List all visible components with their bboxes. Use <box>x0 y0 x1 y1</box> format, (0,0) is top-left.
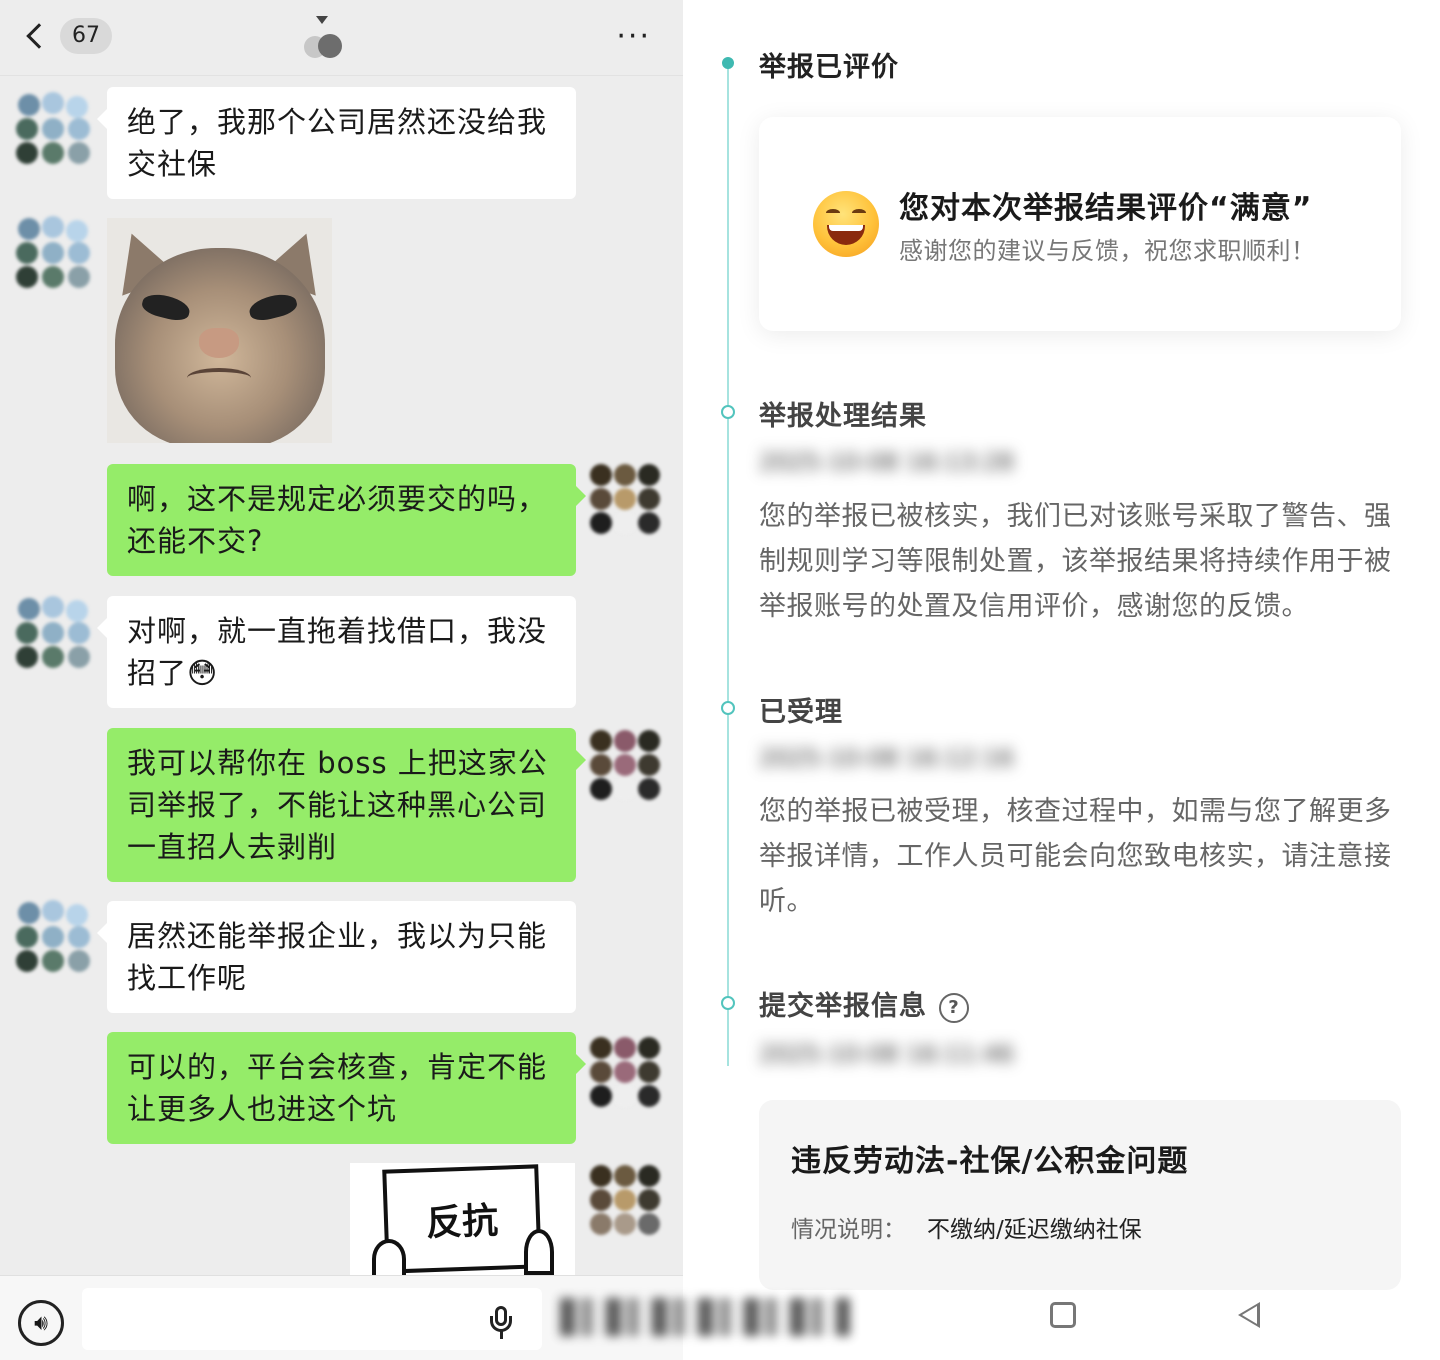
my-avatar[interactable] <box>588 1035 668 1115</box>
message-input[interactable] <box>82 1288 542 1350</box>
step-description: 您的举报已被受理，核查过程中，如需与您了解更多举报详情，工作人员可能会向您致电核… <box>759 796 1392 917</box>
timeline-dot <box>721 701 735 715</box>
situation-label: 情况说明： <box>791 1217 906 1243</box>
unread-count-badge: 67 <box>60 18 112 54</box>
blurred-watermark <box>560 1298 850 1336</box>
my-avatar[interactable] <box>588 728 668 808</box>
timeline-dot <box>721 996 735 1010</box>
step-title-evaluated: 举报已评价 <box>759 52 899 83</box>
system-navigation-bar <box>540 1268 1440 1360</box>
step-title-text: 提交举报信息 <box>759 991 927 1022</box>
message-bubble-incoming[interactable]: 对啊，就一直拖着找借口，我没招了😳 <box>97 596 576 708</box>
angry-cat-sticker[interactable] <box>107 218 332 443</box>
contact-avatar[interactable] <box>16 216 96 296</box>
back-chevron-icon <box>26 23 52 49</box>
message-bubble-outgoing[interactable]: 啊，这不是规定必须要交的吗，还能不交? <box>107 464 586 576</box>
step-title-submitted: 提交举报信息? <box>759 984 969 1023</box>
hand-icon <box>372 1239 406 1275</box>
contact-avatar[interactable] <box>16 596 96 676</box>
my-avatar[interactable] <box>588 462 668 542</box>
timeline-dot-active <box>722 57 734 69</box>
recent-apps-square-icon[interactable] <box>1050 1302 1076 1328</box>
voice-mode-button[interactable]: 🔊︎ <box>18 1300 64 1346</box>
back-button[interactable]: 67 <box>18 18 112 54</box>
message-bubble-outgoing[interactable]: 我可以帮你在 boss 上把这家公司举报了，不能让这种黑心公司一直招人去剥削 <box>107 728 586 882</box>
contact-avatar[interactable] <box>16 900 96 980</box>
voice-wave-icon: 🔊︎ <box>34 1310 48 1336</box>
chat-panel: 67 ··· 绝了，我那个公司居然还没给我交社保 啊，这不是规定必须要交的吗，还… <box>0 0 683 1360</box>
blush-emoji-icon: 😳 <box>187 656 219 690</box>
contact-avatar[interactable] <box>16 92 96 172</box>
step-title-accepted: 已受理 <box>759 697 843 728</box>
evaluation-card: 您对本次举报结果评价“满意” 感谢您的建议与反馈，祝您求职顺利！ <box>759 117 1401 331</box>
fight-sign: 反抗 <box>382 1164 542 1274</box>
microphone-icon[interactable] <box>488 1306 514 1340</box>
timeline-line <box>727 66 729 1066</box>
message-bubble-outgoing[interactable]: 可以的，平台会核查，肯定不能让更多人也进这个坑 <box>107 1032 586 1144</box>
grinning-face-icon <box>813 191 879 257</box>
my-avatar[interactable] <box>588 1163 668 1243</box>
step-time: 2025-10-08 16:11:46 <box>759 1040 1014 1068</box>
report-panel: 举报已评价 您对本次举报结果评价“满意” 感谢您的建议与反馈，祝您求职顺利！ 举… <box>683 0 1440 1360</box>
fight-sign-text: 反抗 <box>425 1199 499 1245</box>
step-description: 您的举报已被核实，我们已对该账号采取了警告、强制规则学习等限制处置，该举报结果将… <box>759 501 1392 622</box>
report-category-title: 违反劳动法-社保/公积金问题 <box>791 1144 1189 1179</box>
fight-sign-sticker[interactable]: 反抗 <box>350 1163 575 1275</box>
message-bubble-incoming[interactable]: 绝了，我那个公司居然还没给我交社保 <box>97 87 576 199</box>
timeline-dot <box>721 405 735 419</box>
step-title-result: 举报处理结果 <box>759 401 927 432</box>
chat-title-avatar-icon[interactable] <box>300 16 344 62</box>
step-time: 2025-10-08 16:12:16 <box>759 744 1014 772</box>
report-info-card: 违反劳动法-社保/公积金问题 情况说明： 不缴纳/延迟缴纳社保 <box>759 1100 1401 1290</box>
nav-back-triangle-inner <box>1242 1306 1257 1324</box>
step-time: 2025-10-08 16:13:28 <box>759 448 1014 476</box>
message-bubble-incoming[interactable]: 居然还能举报企业，我以为只能找工作呢 <box>97 901 576 1013</box>
help-question-icon[interactable]: ? <box>939 992 969 1023</box>
evaluation-subtitle: 感谢您的建议与反馈，祝您求职顺利！ <box>899 237 1316 265</box>
evaluation-title: 您对本次举报结果评价“满意” <box>899 191 1313 226</box>
chat-header: 67 ··· <box>0 0 683 76</box>
more-options-button[interactable]: ··· <box>616 22 651 52</box>
situation-value: 不缴纳/延迟缴纳社保 <box>927 1217 1142 1243</box>
